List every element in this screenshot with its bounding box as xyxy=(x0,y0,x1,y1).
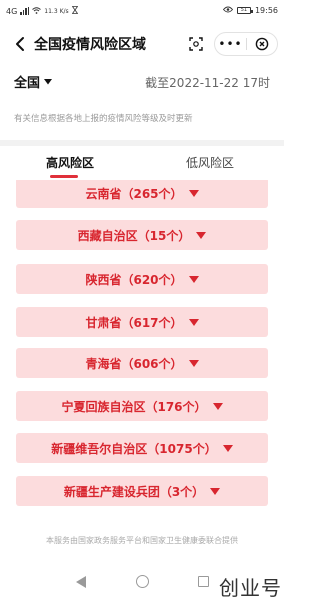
service-footer: 本服务由国家政务服务平台和国家卫生健康委联合提供 xyxy=(46,536,238,545)
miniapp-capsule: ••• xyxy=(214,32,278,56)
province-list: 云南省（265个） 西藏自治区（15个） 陕西省（620个） 甘肃省（617个）… xyxy=(0,180,284,525)
back-button[interactable] xyxy=(8,32,32,56)
caret-down-icon xyxy=(196,231,207,239)
battery-icon: 51 xyxy=(236,7,253,14)
active-tab-indicator xyxy=(50,175,78,178)
signal-icon xyxy=(20,7,30,15)
more-button[interactable]: ••• xyxy=(215,33,246,55)
province-item-xinjiang[interactable]: 新疆维吾尔自治区（1075个） xyxy=(16,433,268,463)
caret-down-icon xyxy=(210,487,221,495)
update-notice: 有关信息根据各地上报的疫情风险等级及时更新 xyxy=(14,114,193,124)
watermark: 创业号 xyxy=(219,576,282,600)
more-dots-icon: ••• xyxy=(218,37,243,51)
caret-down-icon xyxy=(188,359,199,367)
province-label: 陕西省（620个） xyxy=(85,272,183,287)
system-home-icon[interactable] xyxy=(136,575,149,588)
scan-button[interactable] xyxy=(186,34,206,54)
close-circle-icon xyxy=(255,37,269,51)
tab-high-risk[interactable]: 高风险区 xyxy=(46,154,94,171)
region-filter-row: 全国 截至2022-11-22 17时 xyxy=(14,72,270,92)
top-nav-bar: 全国疫情风险区域 ••• xyxy=(0,22,284,66)
caret-down-icon xyxy=(188,275,199,283)
region-selected-label: 全国 xyxy=(14,76,41,91)
province-label: 新疆生产建设兵团（3个） xyxy=(63,484,205,499)
clock: 19:56 xyxy=(254,6,278,15)
tab-low-risk[interactable]: 低风险区 xyxy=(186,154,234,171)
province-label: 青海省（606个） xyxy=(85,356,183,371)
risk-tabs: 高风险区 低风险区 xyxy=(0,140,284,180)
province-item-shaanxi[interactable]: 陕西省（620个） xyxy=(16,264,268,294)
close-button[interactable] xyxy=(247,33,277,55)
caret-down-icon xyxy=(188,318,199,326)
province-label: 西藏自治区（15个） xyxy=(77,228,191,243)
province-label: 云南省（265个） xyxy=(85,186,183,201)
caret-down-icon xyxy=(212,402,223,410)
province-item-xinjiang-bingtuan[interactable]: 新疆生产建设兵团（3个） xyxy=(16,476,268,506)
update-timestamp: 截至2022-11-22 17时 xyxy=(145,76,270,90)
caret-down-icon xyxy=(44,78,53,84)
network-type: 4G xyxy=(6,6,18,16)
system-recent-apps-icon[interactable] xyxy=(198,576,209,587)
region-selector[interactable]: 全国 xyxy=(14,72,53,91)
caret-down-icon xyxy=(222,444,233,452)
province-item-xizang[interactable]: 西藏自治区（15个） xyxy=(16,220,268,250)
battery-level: 51 xyxy=(240,7,248,13)
province-item-ningxia[interactable]: 宁夏回族自治区（176个） xyxy=(16,391,268,421)
province-label: 宁夏回族自治区（176个） xyxy=(61,399,207,414)
province-item-qinghai[interactable]: 青海省（606个） xyxy=(16,348,268,378)
page-title: 全国疫情风险区域 xyxy=(34,37,146,53)
province-label: 甘肃省（617个） xyxy=(85,315,183,330)
province-item-yunnan[interactable]: 云南省（265个） xyxy=(16,180,268,208)
caret-down-icon xyxy=(188,189,199,197)
wifi-icon xyxy=(32,6,42,16)
status-bar: 4G 11.3 K/s 51 19:56 xyxy=(0,0,284,22)
province-label: 新疆维吾尔自治区（1075个） xyxy=(51,441,217,456)
system-back-icon[interactable] xyxy=(76,576,86,588)
scan-icon xyxy=(189,37,203,51)
network-speed: 11.3 K/s xyxy=(44,7,69,15)
chevron-left-icon xyxy=(16,37,24,51)
province-item-gansu[interactable]: 甘肃省（617个） xyxy=(16,307,268,337)
hourglass-icon xyxy=(71,6,78,16)
eye-icon xyxy=(222,6,234,15)
